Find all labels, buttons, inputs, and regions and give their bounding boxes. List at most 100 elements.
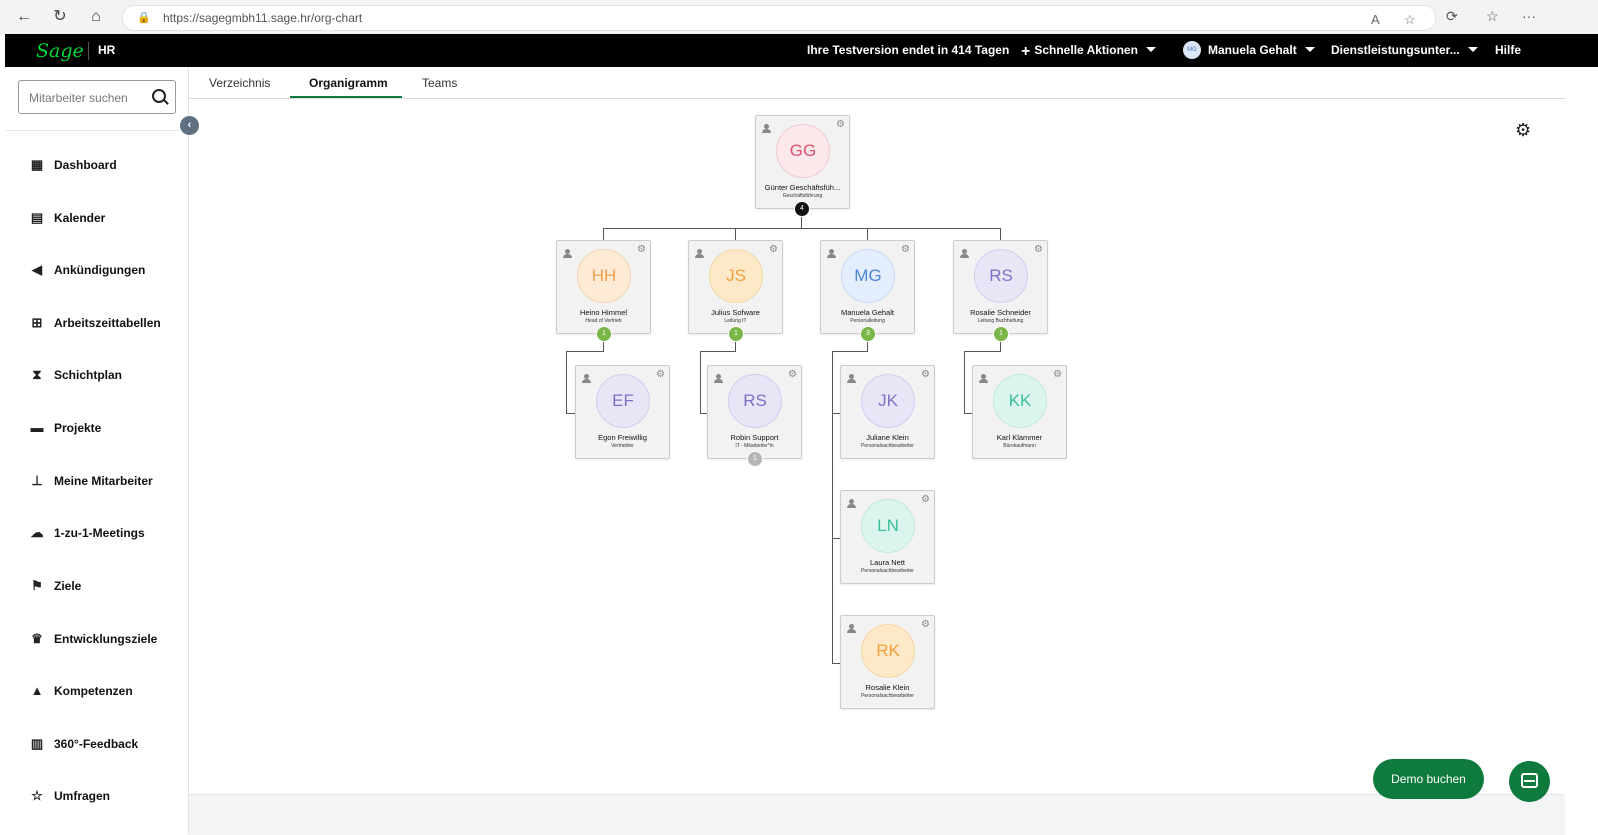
- employee-search[interactable]: Mitarbeiter suchen: [18, 80, 176, 114]
- sidebar-item-entwicklungsziele[interactable]: ♛ Entwicklungsziele: [29, 631, 157, 651]
- search-input[interactable]: Mitarbeiter suchen: [29, 91, 128, 105]
- profile-icon[interactable]: [762, 124, 771, 133]
- chat-icon[interactable]: [1509, 761, 1550, 802]
- reports-count-badge[interactable]: 4: [794, 201, 810, 217]
- gear-icon[interactable]: ⚙: [1034, 244, 1043, 255]
- trial-notice[interactable]: Ihre Testversion endet in 414 Tagen: [807, 43, 1009, 57]
- home-icon[interactable]: ⌂: [86, 7, 106, 27]
- sage-logo[interactable]: Sage: [36, 40, 84, 62]
- sidebar-item-1-zu-1-meetings[interactable]: ☁ 1-zu-1-Meetings: [29, 525, 145, 545]
- favorites-icon[interactable]: ☆: [1486, 8, 1499, 25]
- favorite-star-icon[interactable]: ☆: [1404, 12, 1416, 28]
- sidebar: Mitarbeiter suchen ▦ Dashboard ▤ Kalender …: [5, 67, 189, 834]
- profile-icon[interactable]: [847, 499, 856, 508]
- sidebar-item-ankuendigungen[interactable]: ◀ Ankündigungen: [29, 262, 145, 282]
- profile-icon[interactable]: [582, 374, 591, 383]
- sidebar-item-label: Schichtplan: [54, 368, 123, 382]
- org-card[interactable]: ⚙ EF Egon Freiwillig Vertriebler: [575, 365, 670, 459]
- gear-icon[interactable]: ⚙: [921, 494, 930, 505]
- gear-icon[interactable]: ⚙: [921, 369, 930, 380]
- sidebar-item-kompetenzen[interactable]: ▲ Kompetenzen: [29, 683, 133, 703]
- gear-icon[interactable]: ⚙: [901, 244, 910, 255]
- sidebar-item-360-feedback[interactable]: ▥ 360°-Feedback: [29, 736, 138, 756]
- profile-icon[interactable]: [847, 624, 856, 633]
- sidebar-item-label: Entwicklungsziele: [54, 632, 158, 646]
- reload-icon[interactable]: ↻: [50, 7, 70, 27]
- gear-icon[interactable]: ⚙: [769, 244, 778, 255]
- org-card[interactable]: ⚙ HH Heino Himmel Head of Vertrieb: [556, 240, 651, 334]
- gear-icon[interactable]: ⚙: [921, 619, 930, 630]
- gear-icon[interactable]: ⚙: [788, 369, 797, 380]
- reports-count-badge[interactable]: 3: [860, 326, 876, 342]
- profile-icon[interactable]: [847, 374, 856, 383]
- tab-bar: Verzeichnis Organigramm Teams: [189, 67, 1565, 99]
- tab-verzeichnis[interactable]: Verzeichnis: [209, 76, 270, 90]
- more-icon[interactable]: ···: [1522, 8, 1536, 24]
- employee-role: Personalsachbearbeiter: [861, 693, 914, 699]
- gear-icon[interactable]: ⚙: [836, 119, 845, 130]
- sidebar-item-label: 360°-Feedback: [54, 737, 139, 751]
- user-menu[interactable]: Manuela Gehalt: [1208, 43, 1315, 57]
- profile-icon[interactable]: [563, 249, 572, 258]
- org-card[interactable]: ⚙ RS Robin Support IT - Mitarbeiter*in: [707, 365, 802, 459]
- connector-line: [603, 228, 604, 240]
- profile-icon[interactable]: [695, 249, 704, 258]
- sidebar-item-ziele[interactable]: ⚑ Ziele: [29, 578, 81, 598]
- profile-icon[interactable]: [960, 249, 969, 258]
- gear-icon[interactable]: ⚙: [637, 244, 646, 255]
- reports-count-badge[interactable]: 1: [747, 451, 763, 467]
- employee-name: Heino Himmel: [579, 308, 628, 317]
- avatar: JS: [709, 249, 763, 303]
- quick-actions-label: Schnelle Aktionen: [1034, 43, 1138, 57]
- tab-teams[interactable]: Teams: [422, 76, 457, 90]
- profile-icon[interactable]: [827, 249, 836, 258]
- hourglass-icon: ⧗: [32, 367, 42, 382]
- quick-actions-button[interactable]: + Schnelle Aktionen: [1021, 43, 1156, 61]
- org-card[interactable]: ⚙ JS Julius Sofware Leitung IT: [688, 240, 783, 334]
- sidebar-item-projekte[interactable]: ▬ Projekte: [29, 420, 102, 440]
- search-icon[interactable]: [152, 89, 166, 103]
- profile-icon[interactable]: [714, 374, 723, 383]
- demo-button[interactable]: Demo buchen: [1373, 759, 1484, 799]
- read-aloud-icon[interactable]: A: [1371, 12, 1380, 27]
- org-card[interactable]: ⚙ MG Manuela Gehalt Personalleitung: [820, 240, 915, 334]
- avatar: EF: [596, 374, 650, 428]
- org-card[interactable]: ⚙ JK Juliane Klein Personalsachbearbeite…: [840, 365, 935, 459]
- sidebar-item-arbeitszeittabellen[interactable]: ⊞ Arbeitszeittabellen: [29, 315, 161, 335]
- profile-icon[interactable]: [979, 374, 988, 383]
- help-link[interactable]: Hilfe: [1495, 43, 1521, 57]
- collapse-sidebar-button[interactable]: ‹: [180, 116, 199, 135]
- org-card[interactable]: ⚙ RK Rosalie Klein Personalsachbearbeite…: [840, 615, 935, 709]
- company-menu[interactable]: Dienstleistungsunter...: [1331, 43, 1478, 57]
- user-avatar[interactable]: MG: [1183, 41, 1201, 59]
- chart-settings-gears-icon[interactable]: ⚙: [1515, 120, 1531, 141]
- org-card[interactable]: ⚙ KK Karl Klammer Bürokaufmann: [972, 365, 1067, 459]
- extensions-icon[interactable]: ⟳: [1446, 8, 1458, 25]
- org-card[interactable]: ⚙ LN Laura Nett Personalsachbearbeiter: [840, 490, 935, 584]
- org-card-root[interactable]: ⚙ GG Günter Geschäftsfüh... Geschäftsfüh…: [755, 115, 850, 209]
- back-icon[interactable]: ←: [14, 7, 34, 27]
- connector-line: [566, 351, 604, 352]
- chat-bubbles-icon: ☁: [30, 525, 44, 540]
- sidebar-item-kalender[interactable]: ▤ Kalender: [29, 210, 106, 230]
- gear-icon[interactable]: ⚙: [656, 369, 665, 380]
- avatar: MG: [841, 249, 895, 303]
- reports-count-badge[interactable]: 1: [728, 326, 744, 342]
- avatar: RK: [861, 624, 915, 678]
- org-card[interactable]: ⚙ RS Rosalie Schneider Leitung Buchhaltu…: [953, 240, 1048, 334]
- employee-name: Egon Freiwillig: [598, 433, 647, 442]
- reports-count-badge[interactable]: 1: [993, 326, 1009, 342]
- building-icon: ▥: [30, 736, 44, 751]
- sidebar-item-dashboard[interactable]: ▦ Dashboard: [29, 157, 117, 177]
- tab-organigramm[interactable]: Organigramm: [309, 76, 388, 90]
- sidebar-item-umfragen[interactable]: ☆ Umfragen: [29, 788, 110, 808]
- connector-line: [603, 228, 1000, 229]
- employee-role: Leitung Buchhaltung: [977, 318, 1024, 324]
- gear-icon[interactable]: ⚙: [1053, 369, 1062, 380]
- reports-count-badge[interactable]: 1: [596, 326, 612, 342]
- sidebar-item-schichtplan[interactable]: ⧗ Schichtplan: [29, 367, 122, 387]
- connector-line: [1000, 228, 1001, 240]
- employee-role: Vertriebler: [611, 443, 634, 449]
- address-bar[interactable]: 🔒 https://sagegmbh11.sage.hr/org-chart A…: [122, 5, 1436, 31]
- sidebar-item-meine-mitarbeiter[interactable]: ⊥ Meine Mitarbeiter: [29, 473, 152, 493]
